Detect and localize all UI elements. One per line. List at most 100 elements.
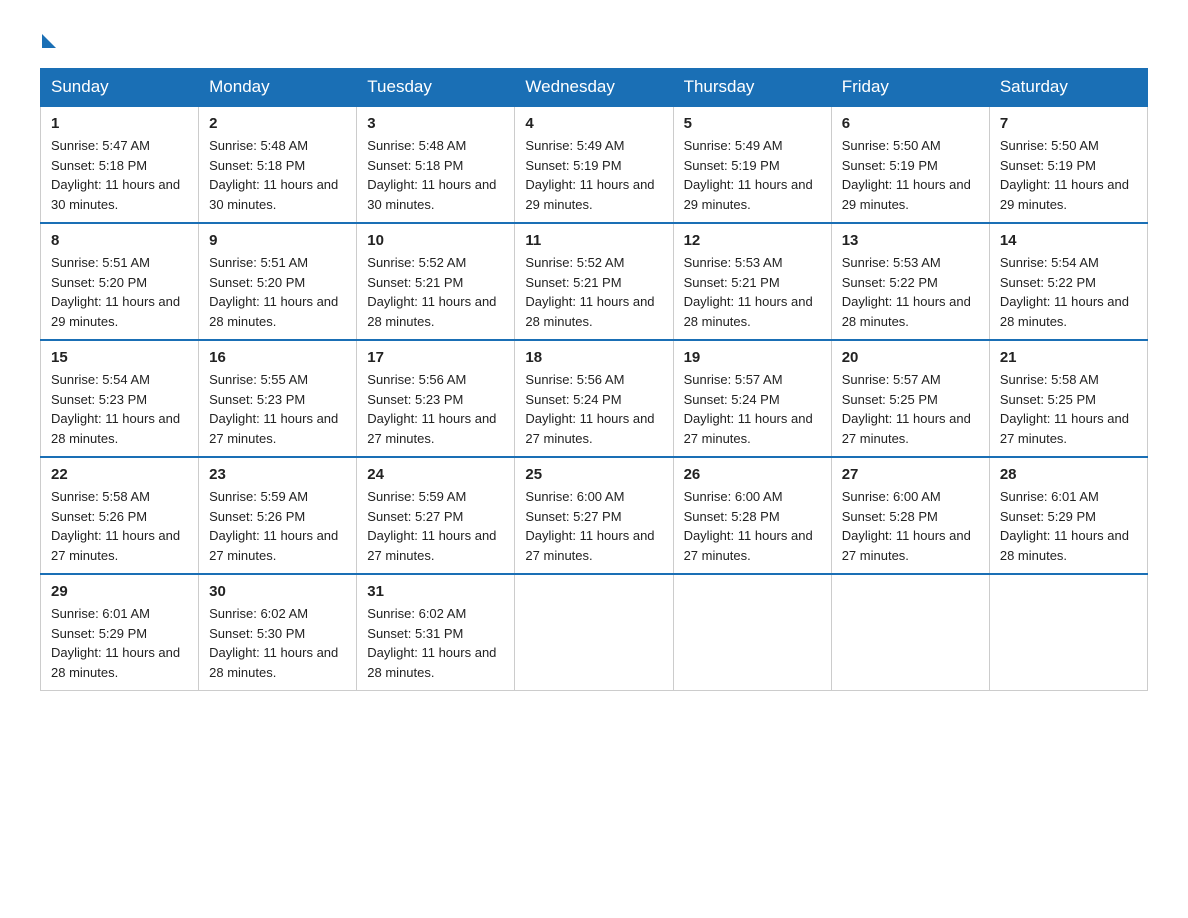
day-number: 16 (209, 349, 346, 366)
logo-triangle-icon (42, 34, 56, 48)
day-info: Sunrise: 6:02 AM Sunset: 5:30 PM Dayligh… (209, 604, 346, 682)
calendar-week-1: 1 Sunrise: 5:47 AM Sunset: 5:18 PM Dayli… (41, 106, 1148, 223)
day-number: 12 (684, 232, 821, 249)
page-header (40, 30, 1148, 48)
calendar-week-5: 29 Sunrise: 6:01 AM Sunset: 5:29 PM Dayl… (41, 574, 1148, 691)
day-info: Sunrise: 5:48 AM Sunset: 5:18 PM Dayligh… (367, 136, 504, 214)
day-number: 28 (1000, 466, 1137, 483)
calendar-cell: 22 Sunrise: 5:58 AM Sunset: 5:26 PM Dayl… (41, 457, 199, 574)
calendar-cell: 14 Sunrise: 5:54 AM Sunset: 5:22 PM Dayl… (989, 223, 1147, 340)
day-number: 30 (209, 583, 346, 600)
day-info: Sunrise: 5:54 AM Sunset: 5:22 PM Dayligh… (1000, 253, 1137, 331)
calendar-cell: 27 Sunrise: 6:00 AM Sunset: 5:28 PM Dayl… (831, 457, 989, 574)
day-info: Sunrise: 5:56 AM Sunset: 5:24 PM Dayligh… (525, 370, 662, 448)
day-info: Sunrise: 5:51 AM Sunset: 5:20 PM Dayligh… (209, 253, 346, 331)
day-number: 19 (684, 349, 821, 366)
day-info: Sunrise: 5:56 AM Sunset: 5:23 PM Dayligh… (367, 370, 504, 448)
day-number: 1 (51, 115, 188, 132)
calendar-cell: 10 Sunrise: 5:52 AM Sunset: 5:21 PM Dayl… (357, 223, 515, 340)
day-info: Sunrise: 5:54 AM Sunset: 5:23 PM Dayligh… (51, 370, 188, 448)
day-number: 29 (51, 583, 188, 600)
day-info: Sunrise: 5:58 AM Sunset: 5:26 PM Dayligh… (51, 487, 188, 565)
day-info: Sunrise: 6:00 AM Sunset: 5:28 PM Dayligh… (842, 487, 979, 565)
day-number: 22 (51, 466, 188, 483)
calendar-cell (831, 574, 989, 691)
calendar-header: SundayMondayTuesdayWednesdayThursdayFrid… (41, 69, 1148, 107)
day-number: 6 (842, 115, 979, 132)
calendar-cell: 15 Sunrise: 5:54 AM Sunset: 5:23 PM Dayl… (41, 340, 199, 457)
calendar-cell: 23 Sunrise: 5:59 AM Sunset: 5:26 PM Dayl… (199, 457, 357, 574)
day-info: Sunrise: 6:01 AM Sunset: 5:29 PM Dayligh… (51, 604, 188, 682)
day-number: 31 (367, 583, 504, 600)
day-info: Sunrise: 6:00 AM Sunset: 5:28 PM Dayligh… (684, 487, 821, 565)
calendar-cell: 25 Sunrise: 6:00 AM Sunset: 5:27 PM Dayl… (515, 457, 673, 574)
day-number: 23 (209, 466, 346, 483)
day-info: Sunrise: 5:50 AM Sunset: 5:19 PM Dayligh… (842, 136, 979, 214)
weekday-header-thursday: Thursday (673, 69, 831, 107)
day-info: Sunrise: 5:47 AM Sunset: 5:18 PM Dayligh… (51, 136, 188, 214)
day-number: 7 (1000, 115, 1137, 132)
calendar-cell (673, 574, 831, 691)
calendar-cell: 7 Sunrise: 5:50 AM Sunset: 5:19 PM Dayli… (989, 106, 1147, 223)
day-info: Sunrise: 5:52 AM Sunset: 5:21 PM Dayligh… (525, 253, 662, 331)
calendar-cell (515, 574, 673, 691)
day-info: Sunrise: 5:57 AM Sunset: 5:24 PM Dayligh… (684, 370, 821, 448)
calendar-cell: 30 Sunrise: 6:02 AM Sunset: 5:30 PM Dayl… (199, 574, 357, 691)
calendar-cell: 24 Sunrise: 5:59 AM Sunset: 5:27 PM Dayl… (357, 457, 515, 574)
day-number: 14 (1000, 232, 1137, 249)
calendar-cell: 11 Sunrise: 5:52 AM Sunset: 5:21 PM Dayl… (515, 223, 673, 340)
calendar-cell: 13 Sunrise: 5:53 AM Sunset: 5:22 PM Dayl… (831, 223, 989, 340)
day-number: 11 (525, 232, 662, 249)
calendar-cell: 26 Sunrise: 6:00 AM Sunset: 5:28 PM Dayl… (673, 457, 831, 574)
day-info: Sunrise: 5:49 AM Sunset: 5:19 PM Dayligh… (525, 136, 662, 214)
day-number: 27 (842, 466, 979, 483)
calendar-cell: 29 Sunrise: 6:01 AM Sunset: 5:29 PM Dayl… (41, 574, 199, 691)
day-number: 13 (842, 232, 979, 249)
day-number: 24 (367, 466, 504, 483)
day-info: Sunrise: 5:53 AM Sunset: 5:22 PM Dayligh… (842, 253, 979, 331)
calendar-cell: 1 Sunrise: 5:47 AM Sunset: 5:18 PM Dayli… (41, 106, 199, 223)
day-info: Sunrise: 5:53 AM Sunset: 5:21 PM Dayligh… (684, 253, 821, 331)
calendar-cell: 6 Sunrise: 5:50 AM Sunset: 5:19 PM Dayli… (831, 106, 989, 223)
day-number: 26 (684, 466, 821, 483)
calendar-cell: 5 Sunrise: 5:49 AM Sunset: 5:19 PM Dayli… (673, 106, 831, 223)
day-info: Sunrise: 6:01 AM Sunset: 5:29 PM Dayligh… (1000, 487, 1137, 565)
day-info: Sunrise: 5:48 AM Sunset: 5:18 PM Dayligh… (209, 136, 346, 214)
day-info: Sunrise: 6:02 AM Sunset: 5:31 PM Dayligh… (367, 604, 504, 682)
day-info: Sunrise: 5:57 AM Sunset: 5:25 PM Dayligh… (842, 370, 979, 448)
day-info: Sunrise: 5:52 AM Sunset: 5:21 PM Dayligh… (367, 253, 504, 331)
calendar-cell: 12 Sunrise: 5:53 AM Sunset: 5:21 PM Dayl… (673, 223, 831, 340)
day-number: 20 (842, 349, 979, 366)
calendar-cell: 16 Sunrise: 5:55 AM Sunset: 5:23 PM Dayl… (199, 340, 357, 457)
weekday-header-friday: Friday (831, 69, 989, 107)
calendar-cell: 18 Sunrise: 5:56 AM Sunset: 5:24 PM Dayl… (515, 340, 673, 457)
day-number: 2 (209, 115, 346, 132)
day-info: Sunrise: 5:59 AM Sunset: 5:26 PM Dayligh… (209, 487, 346, 565)
calendar-cell: 31 Sunrise: 6:02 AM Sunset: 5:31 PM Dayl… (357, 574, 515, 691)
weekday-header-wednesday: Wednesday (515, 69, 673, 107)
weekday-header-monday: Monday (199, 69, 357, 107)
weekday-header-sunday: Sunday (41, 69, 199, 107)
calendar-cell: 8 Sunrise: 5:51 AM Sunset: 5:20 PM Dayli… (41, 223, 199, 340)
calendar-cell: 9 Sunrise: 5:51 AM Sunset: 5:20 PM Dayli… (199, 223, 357, 340)
calendar-week-2: 8 Sunrise: 5:51 AM Sunset: 5:20 PM Dayli… (41, 223, 1148, 340)
weekday-header-saturday: Saturday (989, 69, 1147, 107)
calendar-cell: 21 Sunrise: 5:58 AM Sunset: 5:25 PM Dayl… (989, 340, 1147, 457)
day-number: 18 (525, 349, 662, 366)
day-info: Sunrise: 6:00 AM Sunset: 5:27 PM Dayligh… (525, 487, 662, 565)
calendar-cell: 17 Sunrise: 5:56 AM Sunset: 5:23 PM Dayl… (357, 340, 515, 457)
day-number: 21 (1000, 349, 1137, 366)
day-info: Sunrise: 5:50 AM Sunset: 5:19 PM Dayligh… (1000, 136, 1137, 214)
day-number: 4 (525, 115, 662, 132)
day-number: 8 (51, 232, 188, 249)
weekday-header-row: SundayMondayTuesdayWednesdayThursdayFrid… (41, 69, 1148, 107)
logo (40, 30, 56, 48)
day-number: 9 (209, 232, 346, 249)
day-number: 15 (51, 349, 188, 366)
day-number: 3 (367, 115, 504, 132)
day-number: 10 (367, 232, 504, 249)
day-number: 25 (525, 466, 662, 483)
calendar-cell: 2 Sunrise: 5:48 AM Sunset: 5:18 PM Dayli… (199, 106, 357, 223)
calendar-cell: 3 Sunrise: 5:48 AM Sunset: 5:18 PM Dayli… (357, 106, 515, 223)
day-info: Sunrise: 5:51 AM Sunset: 5:20 PM Dayligh… (51, 253, 188, 331)
